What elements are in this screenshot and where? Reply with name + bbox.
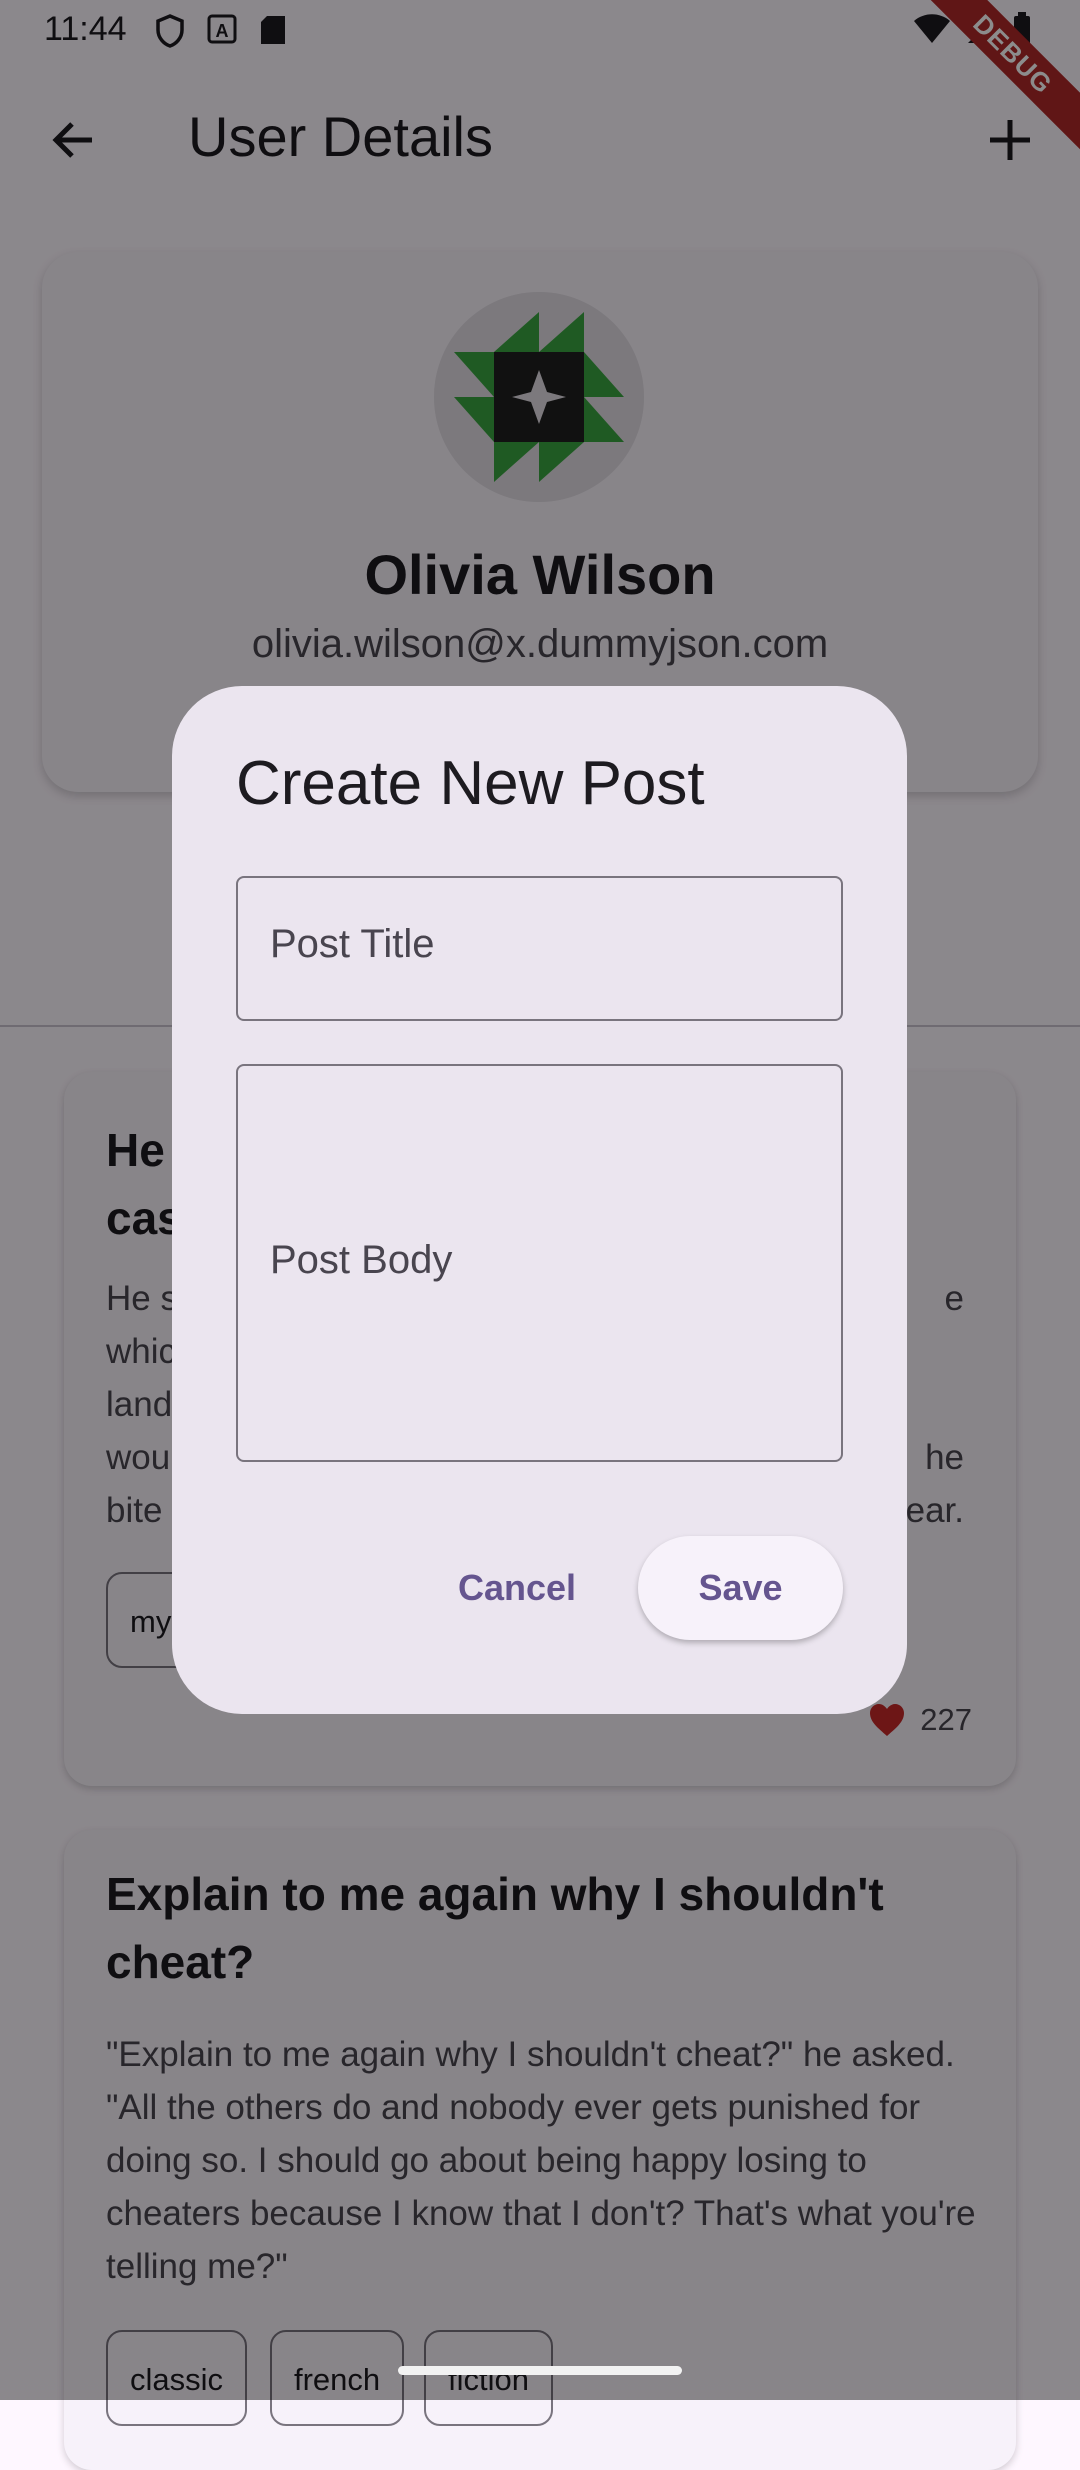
post-body-field[interactable]: Post Body bbox=[236, 1064, 843, 1462]
post-title-field[interactable]: Post Title bbox=[236, 876, 843, 1021]
cancel-button[interactable]: Cancel bbox=[442, 1536, 592, 1640]
dialog-title: Create New Post bbox=[236, 749, 705, 818]
post-body-label: Post Body bbox=[270, 1238, 453, 1282]
create-post-dialog: Create New Post Post Title Post Body Can… bbox=[172, 686, 907, 1714]
save-button[interactable]: Save bbox=[638, 1536, 843, 1640]
post-title-label: Post Title bbox=[270, 922, 435, 966]
gesture-handle[interactable] bbox=[398, 2366, 682, 2375]
